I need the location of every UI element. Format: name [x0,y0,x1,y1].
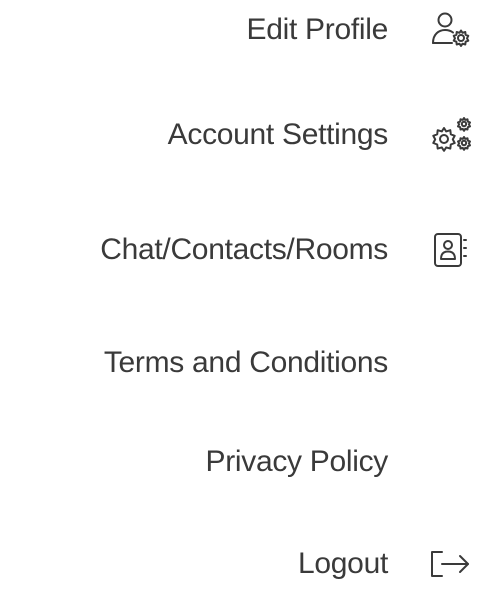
logout-icon [428,542,478,586]
menu-item-label: Terms and Conditions [103,346,388,379]
menu-item-label: Chat/Contacts/Rooms [100,233,388,266]
menu-item-label: Privacy Policy [205,445,388,478]
profile-menu: Edit Profile Account Settings Chat/Conta… [0,0,485,586]
menu-item-chat-contacts-rooms[interactable]: Chat/Contacts/Rooms [0,220,485,280]
contact-book-icon [428,228,478,272]
menu-item-logout[interactable]: Logout [0,534,485,594]
menu-item-label: Edit Profile [246,13,389,46]
menu-item-label: Logout [298,547,388,580]
menu-item-label: Account Settings [167,118,389,151]
user-settings-icon [428,8,478,52]
menu-item-edit-profile[interactable]: Edit Profile [0,0,485,60]
menu-item-account-settings[interactable]: Account Settings [0,105,485,165]
gears-icon [428,113,478,157]
menu-item-privacy-policy[interactable]: Privacy Policy [0,432,485,492]
menu-item-terms-and-conditions[interactable]: Terms and Conditions [0,333,485,393]
